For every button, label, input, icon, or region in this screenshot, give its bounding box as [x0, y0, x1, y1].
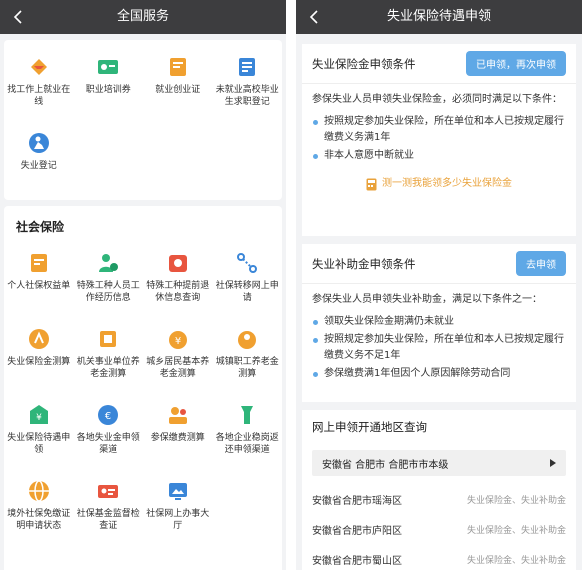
si-fund-supervision[interactable]: 社保基金监督检查证 [74, 470, 144, 546]
condition-item: 按照规定参加失业保险，所在单位和本人已按规定履行缴费义务满1年 [312, 114, 566, 146]
si-claim-channel[interactable]: € 各地失业金申领渠道 [74, 394, 144, 470]
card-title: 失业保险金申领条件 [312, 56, 416, 71]
region-row[interactable]: 安徽省合肥市瑶海区 失业保险金、失业补助金 [302, 484, 576, 514]
back-button[interactable] [302, 0, 326, 34]
region-query-card: 网上申领开通地区查询 安徽省 合肥市 合肥市市本级 安徽省合肥市瑶海区 失业保险… [302, 410, 576, 570]
si-special-work-person[interactable]: 特殊工种人员工作经历信息 [74, 242, 144, 318]
si-early-retire-query[interactable]: 特殊工种提前退休信息查询 [143, 242, 213, 318]
svg-text:¥: ¥ [175, 336, 181, 347]
contribution-calc-icon [165, 402, 191, 428]
graduate-registration-icon [234, 54, 260, 80]
si-rights-bill[interactable]: 个人社保权益单 [4, 242, 74, 318]
service-job-online[interactable]: 找工作上就业在线 [4, 46, 74, 122]
region-select[interactable]: 安徽省 合肥市 合肥市市本级 [312, 450, 566, 476]
job-flag-icon [26, 54, 52, 80]
refund-channel-icon [234, 402, 260, 428]
service-startup-card[interactable]: 就业创业证 [143, 46, 213, 122]
si-unemployment-benefit[interactable]: ¥ 失业保险待遇申领 [4, 394, 74, 470]
conditions-intro: 参保失业人员申领失业补助金，满足以下条件之一： [312, 294, 542, 305]
si-overseas-exempt[interactable]: 境外社保免缴证明申请状态 [4, 470, 74, 546]
conditions-list: 领取失业保险金期满仍未就业 按照规定参加失业保险，所在单位和本人已按规定履行缴费… [312, 314, 566, 382]
apply-subsidy-button[interactable]: 去申领 [516, 251, 566, 276]
condition-item: 领取失业保险金期满仍未就业 [312, 314, 566, 330]
unemployment-registration-icon [26, 130, 52, 156]
region-row[interactable]: 安徽省合肥市庐阳区 失业保险金、失业补助金 [302, 514, 576, 544]
startup-book-icon [165, 54, 191, 80]
top-bar: 失业保险待遇申领 [296, 0, 582, 34]
svg-text:€: € [105, 411, 111, 422]
unemployment-benefit-icon: ¥ [26, 402, 52, 428]
employee-pension-icon [234, 326, 260, 352]
unemployment-benefit-screen: 失业保险待遇申领 失业保险金申领条件 已申领，再次申领 参保失业人员申领失业保险… [296, 0, 582, 570]
benefit-conditions-card: 失业保险金申领条件 已申领，再次申领 参保失业人员申领失业保险金，必须同时满足以… [302, 44, 576, 236]
condition-item: 按照规定参加失业保险，所在单位和本人已按规定履行缴费义务不足1年 [312, 332, 566, 364]
subsidy-conditions-card: 失业补助金申领条件 去申领 参保失业人员申领失业补助金，满足以下条件之一： 领取… [302, 244, 576, 402]
social-insurance-card: 社会保险 个人社保权益单 特殊工种人员工作经历信息 特殊工种提前退休信息查询 社… [4, 206, 282, 570]
top-bar: 全国服务 [0, 0, 286, 34]
service-graduate-registration[interactable]: 未就业高校毕业生求职登记 [213, 46, 283, 122]
si-refund-channel[interactable]: 各地企业稳岗返还申领渠道 [213, 394, 283, 470]
calculator-icon [366, 178, 377, 190]
page-title: 失业保险待遇申领 [386, 9, 491, 24]
fund-supervision-icon [95, 478, 121, 504]
si-employee-pension[interactable]: 城镇职工养老金测算 [213, 318, 283, 394]
institution-pension-icon [95, 326, 121, 352]
region-row[interactable]: 安徽省合肥市蜀山区 失业保险金、失业补助金 [302, 544, 576, 570]
special-work-person-icon [95, 250, 121, 276]
early-retire-query-icon [165, 250, 191, 276]
chevron-left-icon [309, 10, 318, 24]
si-transfer-online[interactable]: 社保转移网上申请 [213, 242, 283, 318]
si-online-hall[interactable]: 社保网上办事大厅 [143, 470, 213, 546]
employment-services-card: 找工作上就业在线 职业培训券 就业创业证 未就业高校毕业生求职登记 失业登记 [4, 40, 282, 200]
chevron-left-icon [13, 10, 22, 24]
benefit-calc-link[interactable]: 测一测我能领多少失业保险金 [312, 176, 566, 192]
card-title: 网上申领开通地区查询 [312, 420, 427, 434]
overseas-exempt-icon [26, 478, 52, 504]
caret-right-icon [550, 459, 556, 467]
service-training-voucher[interactable]: 职业培训券 [74, 46, 144, 122]
service-unemployment-registration[interactable]: 失业登记 [4, 122, 74, 198]
benefit-calc-icon [26, 326, 52, 352]
conditions-list: 按照规定参加失业保险，所在单位和本人已按规定履行缴费义务满1年 非本人意愿中断就… [312, 114, 566, 164]
rights-bill-icon [26, 250, 52, 276]
training-voucher-icon [95, 54, 121, 80]
si-institution-pension[interactable]: 机关事业单位养老金测算 [74, 318, 144, 394]
svg-text:¥: ¥ [36, 413, 42, 423]
si-resident-pension[interactable]: ¥ 城乡居民基本养老金测算 [143, 318, 213, 394]
conditions-intro: 参保失业人员申领失业保险金，必须同时满足以下条件： [312, 94, 562, 105]
condition-item: 参保缴费满1年但因个人原因解除劳动合同 [312, 366, 566, 382]
si-contribution-calc[interactable]: 参保缴费测算 [143, 394, 213, 470]
back-button[interactable] [6, 0, 30, 34]
si-benefit-calc[interactable]: 失业保险金测算 [4, 318, 74, 394]
online-hall-icon [165, 478, 191, 504]
reapply-button[interactable]: 已申领，再次申领 [466, 51, 566, 76]
resident-pension-icon: ¥ [165, 326, 191, 352]
claim-channel-icon: € [95, 402, 121, 428]
condition-item: 非本人意愿中断就业 [312, 148, 566, 164]
page-title: 全国服务 [116, 9, 169, 24]
national-services-screen: 全国服务 找工作上就业在线 职业培训券 就业创业证 未就业高校毕业生求职登记 失… [0, 0, 286, 570]
card-title: 失业补助金申领条件 [312, 256, 416, 271]
section-title-social-insurance: 社会保险 [16, 220, 65, 234]
transfer-route-icon [234, 250, 260, 276]
